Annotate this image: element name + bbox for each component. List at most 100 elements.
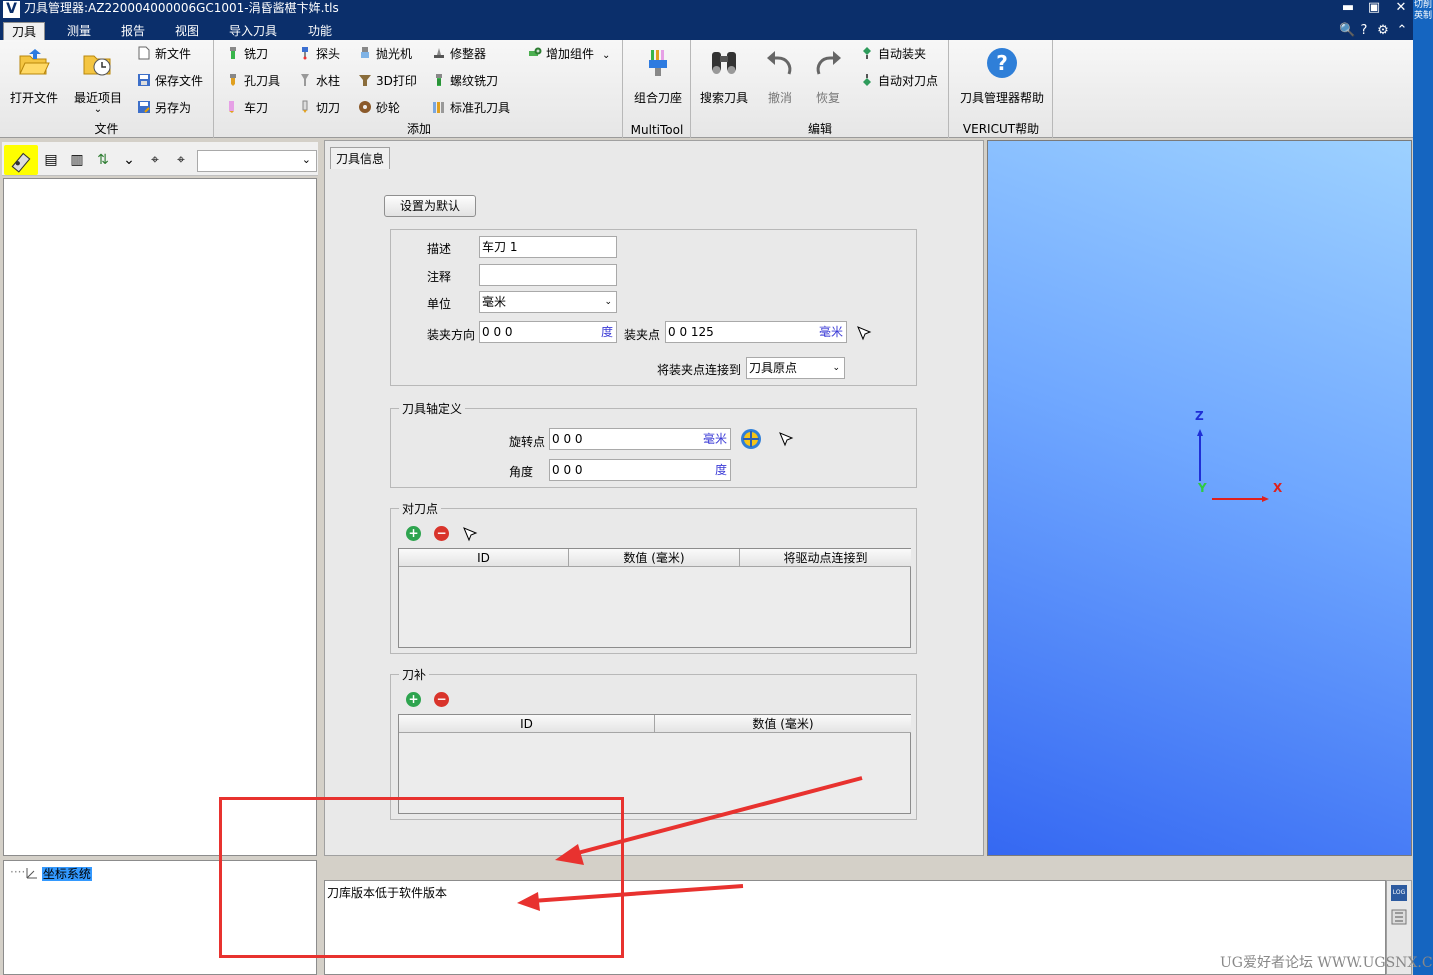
minimize-button[interactable]: ▬ [1337, 0, 1359, 18]
pick-point-icon[interactable] [462, 526, 478, 542]
crosshair-icon[interactable] [740, 428, 762, 450]
set-default-button[interactable]: 设置为默认 [384, 195, 476, 217]
angle-field[interactable]: 0 0 0 度 [549, 459, 731, 481]
standard-hole-tool-button[interactable]: 标准孔刀具 [432, 99, 510, 117]
units-select[interactable]: 毫米 ⌄ [479, 291, 617, 313]
pick-point-icon[interactable] [778, 431, 794, 447]
remove-compensation-button[interactable]: − [434, 692, 449, 707]
column-value[interactable]: 数值 (毫米) [569, 549, 740, 567]
clamp-point-field[interactable]: 0 0 125 毫米 [665, 321, 847, 343]
chevron-up-icon[interactable]: ⌃ [1394, 23, 1410, 39]
hole-tool-button[interactable]: 孔刀具 [226, 72, 280, 90]
combo-holder-button[interactable]: 组合刀座 [630, 46, 686, 106]
auto-mount-icon [863, 47, 871, 59]
app-window: V 刀具管理器:AZ220004000006GC1001-涓昏酱椹卞姩.tls … [0, 0, 1433, 975]
clear-log-icon[interactable] [1391, 909, 1407, 925]
pick-point-icon[interactable] [856, 325, 872, 341]
left-toolbar: ▤ ▥ ⇅ ⌄ ⌖ ⌖ ⌄ [2, 142, 318, 176]
save-file-button[interactable]: 保存文件 [137, 72, 203, 90]
polisher-label: 抛光机 [376, 47, 413, 61]
tool-table-icon[interactable]: ▥ [68, 151, 86, 169]
chevron-down-icon: ⌄ [604, 297, 612, 307]
column-connect-driven[interactable]: 将驱动点连接到 [740, 549, 911, 567]
tool-manager-help-label: 刀具管理器帮助 [959, 91, 1044, 105]
driven-point-table[interactable]: ID 数值 (毫米) 将驱动点连接到 [398, 548, 911, 648]
maximize-button[interactable]: ▣ [1363, 0, 1385, 18]
clamp-direction-field[interactable]: 0 0 0 度 [479, 321, 617, 343]
tab-functions[interactable]: 功能 [300, 22, 340, 40]
auto-driven-point-button[interactable]: 自动对刀点 [860, 72, 938, 90]
gear-icon[interactable]: ⚙ [1375, 23, 1391, 39]
add-compensation-button[interactable]: + [406, 692, 421, 707]
graphics-viewport[interactable]: Z X Y [987, 140, 1412, 856]
milling-tool-button[interactable]: 铣刀 [226, 45, 268, 63]
app-logo: V [3, 1, 20, 18]
z-axis-arrow [1197, 429, 1203, 436]
waterjet-button[interactable]: 水柱 [298, 72, 340, 90]
comment-label: 注释 [427, 270, 452, 284]
tool-filter-select[interactable]: ⌄ [197, 150, 317, 172]
chevron-down-icon[interactable]: ⌄ [120, 151, 138, 169]
new-file-button[interactable]: 新文件 [137, 45, 191, 63]
connect-clamp-select[interactable]: 刀具原点 ⌄ [746, 357, 845, 379]
thread-mill-button[interactable]: 螺纹铣刀 [432, 72, 498, 90]
tool-tree[interactable] [3, 178, 317, 856]
sort-icon[interactable]: ⇅ [94, 151, 112, 169]
print3d-label: 3D打印 [376, 74, 417, 88]
select-mode-button[interactable] [4, 145, 38, 175]
description-label: 描述 [427, 242, 452, 256]
search-tool-button[interactable]: 搜索刀具 [698, 46, 750, 106]
tab-tool-info[interactable]: 刀具信息 [330, 147, 391, 169]
combo-holder-label: 组合刀座 [633, 91, 682, 105]
tool-manager-help-button[interactable]: ? 刀具管理器帮助 [956, 46, 1048, 106]
add-driven-point-button[interactable]: + [406, 526, 421, 541]
pivot-field[interactable]: 0 0 0 毫米 [549, 428, 731, 450]
column-id[interactable]: ID [399, 715, 655, 733]
help-icon[interactable]: ? [1356, 23, 1372, 39]
description-field[interactable]: 车刀 1 [479, 236, 617, 258]
find-icon[interactable]: ⌖ [146, 151, 164, 169]
auto-mount-button[interactable]: 自动装夹 [860, 45, 926, 63]
cutoff-tool-button[interactable]: 切刀 [298, 99, 340, 117]
find-next-icon[interactable]: ⌖ [172, 151, 190, 169]
tab-tools[interactable]: 刀具 [3, 22, 46, 40]
redo-label: 恢复 [815, 91, 840, 105]
column-id[interactable]: ID [399, 549, 569, 567]
general-section: 描述 车刀 1 注释 单位 毫米 ⌄ 装夹方向 0 0 0 度 装夹点 0 0 … [390, 229, 917, 386]
open-file-button[interactable]: 打开文件 [8, 46, 60, 106]
redo-button[interactable]: 恢复 [806, 46, 850, 106]
library-icon [433, 102, 444, 113]
polisher-button[interactable]: 抛光机 [358, 45, 412, 63]
column-value[interactable]: 数值 (毫米) [655, 715, 911, 733]
dresser-icon [434, 48, 444, 58]
grinding-wheel-button[interactable]: 砂轮 [358, 99, 400, 117]
group-file-label: 文件 [94, 122, 119, 136]
save-as-button[interactable]: 另存为 [137, 99, 191, 117]
comment-field[interactable] [479, 264, 617, 286]
search-icon[interactable]: 🔍 [1339, 23, 1355, 39]
close-button[interactable]: ✕ [1390, 0, 1412, 18]
tool-info-panel: 刀具信息 设置为默认 描述 车刀 1 注释 单位 毫米 ⌄ 装夹方向 0 0 0… [324, 140, 984, 856]
add-component-button[interactable]: 增加组件 ⌄ [528, 45, 610, 63]
y-axis-label: Y [1198, 481, 1207, 495]
probe-icon [302, 47, 308, 60]
probe-button[interactable]: 探头 [298, 45, 340, 63]
tab-report[interactable]: 报告 [113, 22, 153, 40]
angle-label: 角度 [509, 465, 534, 479]
dresser-button[interactable]: 修整器 [432, 45, 486, 63]
clamp-point-label: 装夹点 [624, 328, 661, 342]
chevron-down-icon: ⌄ [832, 363, 840, 373]
recent-items-button[interactable]: 最近项目 ⌄ [70, 46, 126, 115]
remove-driven-point-button[interactable]: − [434, 526, 449, 541]
tab-measure[interactable]: 测量 [59, 22, 99, 40]
print3d-button[interactable]: 3D打印 [358, 72, 417, 90]
tab-import-tools[interactable]: 导入刀具 [221, 22, 285, 40]
turning-tool-button[interactable]: 车刀 [226, 99, 268, 117]
tool-list-icon[interactable]: ▤ [42, 151, 60, 169]
tab-view[interactable]: 视图 [167, 22, 207, 40]
coordinate-system-node[interactable]: ···· 坐标系统 [10, 865, 92, 882]
desktop-strip-text: 切削 英制 [1414, 0, 1433, 21]
undo-button[interactable]: 撤消 [758, 46, 802, 106]
log-icon[interactable]: LOG [1391, 885, 1407, 901]
add-component-label: 增加组件 [546, 47, 595, 61]
